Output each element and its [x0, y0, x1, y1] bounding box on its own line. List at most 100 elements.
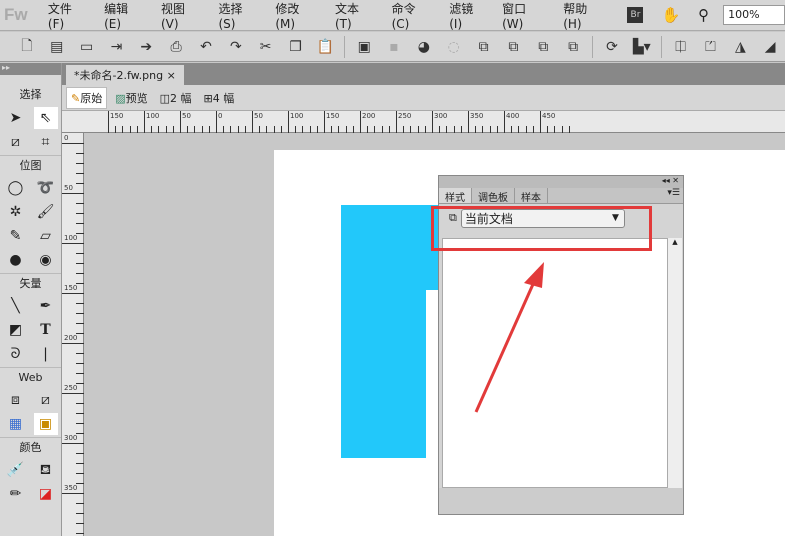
ruler-tick: [280, 126, 282, 133]
open-icon[interactable]: ▭: [72, 39, 102, 55]
zoom-field[interactable]: 100%: [723, 5, 785, 25]
rotate-icon[interactable]: ⟳: [597, 39, 627, 55]
pencil-icon: ✎: [71, 91, 81, 105]
send-backward-icon[interactable]: ⧉: [528, 39, 558, 55]
ruler-tick: [338, 126, 340, 133]
blur-tool[interactable]: ●: [4, 249, 28, 271]
pencil-tool[interactable]: ✎: [4, 225, 28, 247]
paste-icon[interactable]: 📋: [310, 39, 340, 55]
ruler-label: 150: [64, 284, 78, 292]
flip-icon[interactable]: ⎅: [666, 39, 696, 55]
bring-front-icon[interactable]: ⧉: [469, 39, 499, 55]
panel-menu-icon[interactable]: ▾☰: [548, 188, 683, 203]
send-back-icon[interactable]: ⧉: [558, 39, 588, 55]
redo-icon[interactable]: ↷: [221, 39, 251, 55]
text-tool[interactable]: T: [34, 319, 58, 341]
ruler-tick: [216, 111, 217, 133]
print-icon[interactable]: ⎙: [161, 39, 191, 55]
horizontal-ruler: 150 100 50 0 50 100 150 200 250 300 350 400 450: [62, 111, 785, 133]
split-icon[interactable]: ◌: [439, 39, 469, 55]
menu-edit[interactable]: 编辑(E): [96, 0, 153, 31]
document-tab[interactable]: *未命名-2.fw.png ×: [66, 65, 184, 85]
menu-commands[interactable]: 命令(C): [384, 0, 442, 31]
ruler-tick: [76, 303, 84, 304]
tab-palette[interactable]: 调色板: [472, 188, 515, 204]
lasso-tool[interactable]: ➰: [34, 177, 58, 199]
hide-slices-icon[interactable]: ▦: [4, 413, 28, 435]
menu-window[interactable]: 窗口(W): [494, 0, 555, 31]
import-icon[interactable]: ⇥: [102, 39, 132, 55]
view-2up-button[interactable]: ◫2 幅: [156, 88, 196, 108]
menu-modify[interactable]: 修改(M): [267, 0, 327, 31]
freeform-tool[interactable]: ᘐ: [4, 343, 28, 365]
export-icon[interactable]: ➔: [131, 39, 161, 55]
knife-tool[interactable]: ❘: [34, 343, 58, 365]
red-eye-tool[interactable]: ◉: [34, 249, 58, 271]
crop-tool[interactable]: ⌗: [34, 131, 58, 153]
ruler-tick: [76, 323, 84, 324]
two-up-icon: ◫: [159, 91, 171, 105]
ruler-tick: [396, 111, 397, 133]
pointer-tool[interactable]: ➤: [4, 107, 28, 129]
zoom-icon[interactable]: ⚲: [698, 6, 709, 24]
cut-icon[interactable]: ✂: [251, 39, 281, 55]
menu-select[interactable]: 选择(S): [210, 0, 267, 31]
ruler-tick: [76, 173, 84, 174]
flip-vertical-icon[interactable]: ⏍: [696, 39, 726, 55]
eraser-tool[interactable]: ▱: [34, 225, 58, 247]
ruler-tick: [259, 126, 261, 133]
subselect-tool[interactable]: ⇖: [33, 107, 58, 129]
pen-tool[interactable]: ✒: [34, 295, 58, 317]
eyedropper-tool[interactable]: 💉: [4, 459, 28, 481]
undo-icon[interactable]: ↶: [191, 39, 221, 55]
ruler-tick: [165, 126, 167, 133]
scale-tool[interactable]: ⧄: [4, 131, 28, 153]
bring-forward-icon[interactable]: ⧉: [499, 39, 529, 55]
menu-file[interactable]: 文件(F): [40, 0, 96, 31]
align-icon[interactable]: ▙▾: [627, 39, 657, 55]
paint-bucket-tool[interactable]: ⛾: [34, 459, 58, 481]
view-preview-button[interactable]: ▨预览: [111, 88, 151, 108]
hand-icon[interactable]: ✋: [661, 6, 680, 24]
close-tab-icon[interactable]: ×: [167, 69, 176, 82]
group-icon[interactable]: ▣: [349, 39, 379, 55]
menu-help[interactable]: 帮助(H): [555, 0, 613, 31]
join-icon[interactable]: ◕: [409, 39, 439, 55]
ruler-label: 350: [64, 484, 78, 492]
collapse-icon[interactable]: ◂◂: [662, 176, 670, 185]
brush-tool[interactable]: 🖌: [34, 201, 58, 223]
marquee-tool[interactable]: ◯: [4, 177, 28, 199]
mirror-icon[interactable]: ◮: [725, 39, 755, 55]
close-panel-icon[interactable]: ✕: [672, 176, 679, 185]
bridge-button[interactable]: Br: [627, 7, 644, 23]
menu-filters[interactable]: 滤镜(I): [441, 0, 494, 31]
view-4up-button[interactable]: ⊞4 幅: [200, 88, 239, 108]
copy-icon[interactable]: ❐: [281, 39, 311, 55]
fill-color-swatch[interactable]: ◪: [34, 483, 58, 505]
menu-text[interactable]: 文本(T): [327, 0, 384, 31]
hotspot-tool[interactable]: ⧈: [4, 389, 28, 411]
ruler-tick: [424, 126, 426, 133]
stroke-color-icon[interactable]: ✏: [4, 483, 28, 505]
tab-swatches[interactable]: 样本: [515, 188, 548, 204]
panel-collapse-icon[interactable]: ▸▸: [0, 63, 61, 75]
view-original-button[interactable]: ✎原始: [66, 86, 108, 109]
ungroup-icon[interactable]: ▪: [379, 39, 409, 55]
line-tool[interactable]: ╲: [4, 295, 28, 317]
scrollbar[interactable]: ▲: [668, 238, 682, 488]
ruler-tick: [554, 126, 556, 133]
ruler-tick: [201, 126, 203, 133]
ruler-tick: [194, 126, 196, 133]
skew-icon[interactable]: ◢: [755, 39, 785, 55]
ruler-tick: [76, 523, 84, 524]
show-slices-icon[interactable]: ▣: [33, 413, 58, 435]
new-icon[interactable]: 🗋: [12, 35, 42, 59]
tab-styles[interactable]: 样式: [439, 188, 472, 204]
magic-wand-tool[interactable]: ✲: [4, 201, 28, 223]
slice-tool[interactable]: ⧄: [34, 389, 58, 411]
styles-list[interactable]: [442, 238, 668, 488]
rectangle-tool[interactable]: ◩: [4, 319, 28, 341]
menu-view[interactable]: 视图(V): [153, 0, 210, 31]
blue-rectangle[interactable]: [341, 205, 426, 458]
save-icon[interactable]: ▤: [42, 39, 72, 55]
